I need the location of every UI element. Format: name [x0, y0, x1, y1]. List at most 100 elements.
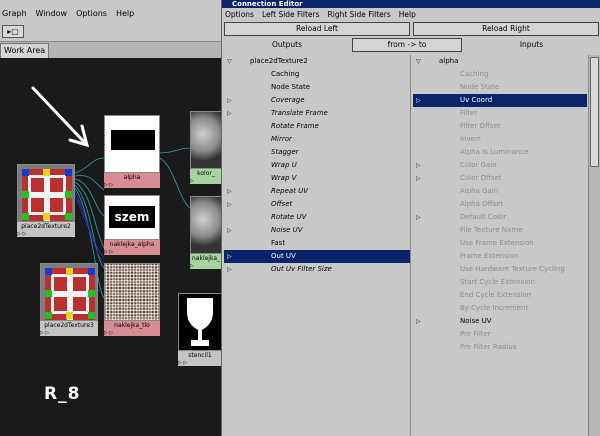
stencil1-node[interactable]: stencil1 ▷ ▷: [178, 293, 222, 368]
expand-arrow-icon[interactable]: ▷: [227, 198, 235, 211]
alpha-node[interactable]: alpha ▷ ▷: [104, 115, 160, 190]
outputs-list[interactable]: ▽ place2dTexture2 Caching Node State ▷ Covera…: [224, 55, 411, 436]
scrollbar-thumb[interactable]: [590, 57, 599, 167]
output-attribute-row[interactable]: Rotate UV: [224, 211, 410, 224]
menu-options[interactable]: Options: [225, 8, 254, 21]
menu-graph[interactable]: Graph: [2, 9, 27, 18]
inputs-scrollbar[interactable]: [588, 55, 600, 436]
menu-help[interactable]: Help: [116, 9, 134, 18]
menu-help[interactable]: Help: [399, 8, 416, 21]
expand-arrow-icon[interactable]: ▷: [416, 172, 424, 185]
expand-arrow-icon[interactable]: ▷: [227, 224, 235, 237]
input-attribute-row[interactable]: ▷ Default Color: [413, 211, 587, 224]
input-attribute-row[interactable]: Pre Filter: [413, 328, 587, 341]
overlay-label: R_8: [44, 384, 81, 404]
output-attribute-row[interactable]: Mirror: [224, 133, 410, 146]
input-attribute-row[interactable]: Alpha Offset: [413, 198, 587, 211]
menu-left-side-filters[interactable]: Left Side Filters: [262, 8, 320, 21]
input-attribute-row[interactable]: Alpha Gain: [413, 185, 587, 198]
input-attribute-row[interactable]: Pre Filter Radius: [413, 341, 587, 354]
input-attribute-row[interactable]: ▽ alpha: [413, 55, 587, 68]
hand-drawn-arrow: [31, 86, 90, 148]
input-attribute-row[interactable]: Filter Offset: [413, 120, 587, 133]
expand-arrow-icon[interactable]: ▷: [416, 94, 424, 107]
node-ports: ▷ ▷: [104, 249, 160, 255]
output-attribute-row[interactable]: Rotate Frame: [224, 120, 410, 133]
output-attribute-row[interactable]: Stagger: [224, 146, 410, 159]
naklejka-shader-node[interactable]: naklejka_ ▷: [190, 196, 222, 271]
reload-right-button[interactable]: Reload Right: [413, 22, 599, 36]
expand-arrow-icon[interactable]: ▷: [227, 185, 235, 198]
output-attribute-row[interactable]: ▷ Out Uv Filter Size: [224, 263, 410, 276]
expand-arrow-icon[interactable]: ▷: [416, 315, 424, 328]
hypershade-window: Graph Window Options Help ▸▢ Work Area p…: [0, 0, 222, 436]
naklejka-shader-swatch: [190, 196, 222, 254]
expand-arrow-icon[interactable]: ▽: [416, 55, 424, 68]
input-attribute-row[interactable]: ▷ Color Offset: [413, 172, 587, 185]
menu-options[interactable]: Options: [76, 9, 107, 18]
reload-left-button[interactable]: Reload Left: [224, 22, 410, 36]
input-attribute-row[interactable]: Caching: [413, 68, 587, 81]
output-attribute-row[interactable]: ▽ place2dTexture2: [224, 55, 410, 68]
input-attribute-label: Start Cycle Extension: [460, 278, 536, 286]
hypershade-menubar: Graph Window Options Help: [0, 0, 222, 22]
output-attribute-row[interactable]: Caching: [224, 68, 410, 81]
input-attribute-label: Alpha Offset: [460, 200, 504, 208]
expand-arrow-icon[interactable]: ▷: [227, 107, 235, 120]
naklejka-alpha-node[interactable]: szem naklejka_alpha ▷ ▷: [104, 195, 160, 257]
alpha-swatch: [104, 115, 160, 173]
kolor-node[interactable]: kolor_ ▷: [190, 111, 222, 186]
expand-arrow-icon[interactable]: ▷: [227, 94, 235, 107]
input-attribute-row[interactable]: Use Frame Extension: [413, 237, 587, 250]
window-title[interactable]: Connection Editor: [222, 0, 600, 8]
naklejka-alpha-swatch: szem: [104, 195, 160, 240]
input-attribute-row[interactable]: Use Hardware Texture Cycling: [413, 263, 587, 276]
output-attribute-row[interactable]: Wrap U: [224, 159, 410, 172]
output-attribute-label: Wrap U: [271, 161, 297, 169]
expand-arrow-icon[interactable]: ▷: [416, 159, 424, 172]
output-attribute-row[interactable]: ▷ Coverage: [224, 94, 410, 107]
menu-right-side-filters[interactable]: Right Side Filters: [328, 8, 391, 21]
place2d-swatch: [17, 164, 75, 222]
output-attribute-row[interactable]: ▷ Repeat UV: [224, 185, 410, 198]
input-attribute-label: Frame Extension: [460, 252, 519, 260]
direction-button[interactable]: from -> to: [352, 38, 462, 52]
input-attribute-label: By Cycle Increment: [460, 304, 529, 312]
output-attribute-row[interactable]: Fast: [224, 237, 410, 250]
output-attribute-row[interactable]: Node State: [224, 81, 410, 94]
input-attribute-row[interactable]: Start Cycle Extension: [413, 276, 587, 289]
inputs-list[interactable]: ▽ alpha Caching Node State ▷ Uv Coord Filter Fi…: [413, 55, 587, 436]
input-attribute-row[interactable]: Alpha Is Luminance: [413, 146, 587, 159]
naklejka-tlo-node[interactable]: naklejka_tlo ▷ ▷: [104, 263, 160, 338]
output-attribute-label: Offset: [271, 200, 293, 208]
place2d-texture3-node[interactable]: place2dTexture3 ▷ ▷: [40, 263, 98, 338]
expand-arrow-icon[interactable]: ▷: [227, 263, 235, 276]
input-attribute-row[interactable]: ▷ Uv Coord: [413, 94, 587, 107]
expand-arrow-icon[interactable]: ▽: [227, 55, 235, 68]
input-attribute-label: Filter: [460, 109, 478, 117]
input-attribute-row[interactable]: Invert: [413, 133, 587, 146]
work-area-canvas[interactable]: place2dTexture2 ▷ ▷ alpha ▷ ▷ szem nakle…: [0, 58, 222, 436]
input-attribute-row[interactable]: Frame Extension: [413, 250, 587, 263]
input-attribute-row[interactable]: ▷ Noise UV: [413, 315, 587, 328]
output-attribute-row[interactable]: ▷ Offset: [224, 198, 410, 211]
place2d-texture2-node[interactable]: place2dTexture2 ▷ ▷: [17, 164, 75, 239]
input-attribute-row[interactable]: ▷ Color Gain: [413, 159, 587, 172]
output-attribute-row[interactable]: ▷ Translate Frame: [224, 107, 410, 120]
expand-arrow-icon[interactable]: ▷: [416, 211, 424, 224]
output-attribute-row[interactable]: ▷ Noise UV: [224, 224, 410, 237]
output-attribute-label: Noise UV: [271, 226, 303, 234]
input-attribute-row[interactable]: By Cycle Increment: [413, 302, 587, 315]
input-attribute-row[interactable]: File Texture Name: [413, 224, 587, 237]
input-attribute-row[interactable]: Node State: [413, 81, 587, 94]
output-attribute-row[interactable]: Wrap V: [224, 172, 410, 185]
input-attribute-row[interactable]: End Cycle Extension: [413, 289, 587, 302]
menu-window[interactable]: Window: [36, 9, 68, 18]
output-attribute-row[interactable]: ▷ Out UV: [224, 250, 410, 263]
output-attribute-label: place2dTexture2: [250, 57, 308, 65]
arrow-icon[interactable]: ▸▢: [2, 25, 24, 38]
input-attribute-label: Pre Filter: [460, 330, 491, 338]
expand-arrow-icon[interactable]: ▷: [227, 250, 235, 263]
tab-work-area[interactable]: Work Area: [0, 43, 50, 58]
input-attribute-row[interactable]: Filter: [413, 107, 587, 120]
